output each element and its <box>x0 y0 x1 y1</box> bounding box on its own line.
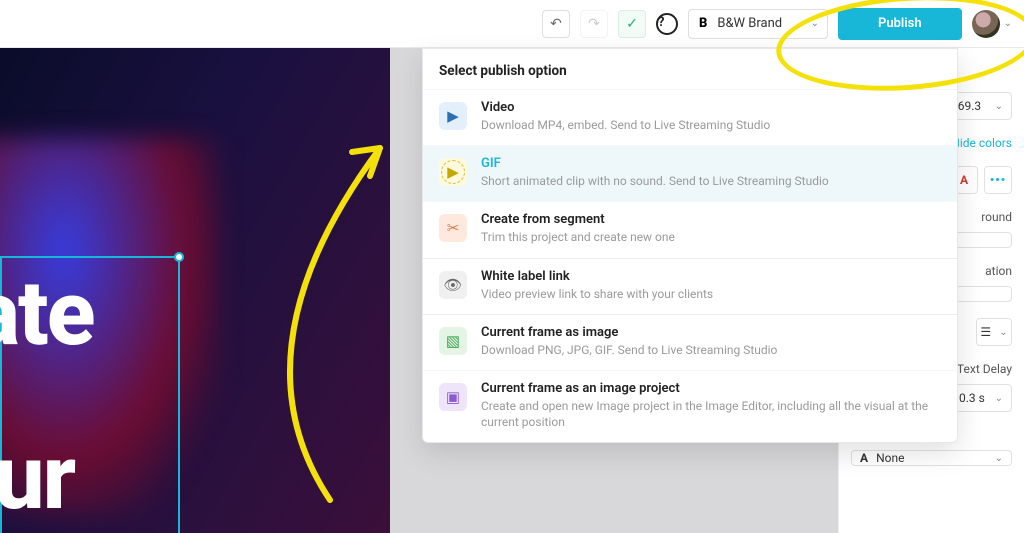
proj-icon: ▣ <box>439 383 467 411</box>
publish-option-seg[interactable]: ✂ Create from segment Trim this project an… <box>423 201 957 257</box>
option-desc: Short animated clip with no sound. Send … <box>481 173 829 189</box>
help-icon[interactable]: ? <box>656 13 678 35</box>
option-desc: Trim this project and create new one <box>481 229 675 245</box>
avatar <box>972 10 1000 38</box>
option-title: Current frame as image <box>481 325 777 340</box>
option-title: GIF <box>481 156 829 171</box>
brand-prefix: B <box>699 16 707 31</box>
option-title: White label link <box>481 269 713 284</box>
option-title: Video <box>481 100 770 115</box>
option-desc: Download MP4, embed. Send to Live Stream… <box>481 117 770 133</box>
publish-option-eye[interactable]: 👁 White label link Video preview link to s… <box>423 258 957 314</box>
publish-button[interactable]: Publish <box>838 8 962 40</box>
seg-icon: ✂ <box>439 214 467 242</box>
option-desc: Download PNG, JPG, GIF. Send to Live Str… <box>481 342 777 358</box>
img-icon: ▧ <box>439 327 467 355</box>
more-colors-button[interactable]: ••• <box>984 166 1012 194</box>
eye-icon: 👁 <box>439 271 467 299</box>
dropdown-heading: Select publish option <box>423 49 957 89</box>
delay-value-select[interactable]: 0.3 s⌄ <box>950 384 1012 412</box>
undo-button[interactable]: ↶ <box>542 10 570 38</box>
publish-dropdown: Select publish option ▶ Video Download MP4… <box>422 48 958 443</box>
canvas-text-line[interactable]: ate <box>0 264 94 363</box>
option-desc: Create and open new Image project in the… <box>481 398 941 430</box>
redo-button[interactable]: ↷ <box>580 10 608 38</box>
brand-selector[interactable]: B B&W Brand ⌄ <box>688 9 828 39</box>
top-toolbar: ↶ ↷ ✓ ? B B&W Brand ⌄ Publish ⌄ <box>0 0 1024 48</box>
video-icon: ▶ <box>439 102 467 130</box>
hide-colors-link[interactable]: Hide colors <box>951 136 1012 150</box>
option-title: Create from segment <box>481 212 675 227</box>
canvas-text-line[interactable]: ur <box>0 428 74 527</box>
save-status-button[interactable]: ✓ <box>618 10 646 38</box>
chevron-down-icon: ⌄ <box>811 18 819 29</box>
gif-icon: ▶ <box>439 158 467 186</box>
publish-option-proj[interactable]: ▣ Current frame as an image project Create… <box>423 370 957 442</box>
list-style-button[interactable]: ☰⌄ <box>976 318 1012 346</box>
chevron-down-icon: ⌄ <box>1004 18 1012 29</box>
publish-option-video[interactable]: ▶ Video Download MP4, embed. Send to Live … <box>423 89 957 145</box>
option-desc: Video preview link to share with your cl… <box>481 286 713 302</box>
resize-handle[interactable] <box>174 252 184 262</box>
publish-option-gif[interactable]: ▶ GIF Short animated clip with no sound. S… <box>423 145 957 201</box>
account-menu[interactable]: ⌄ <box>972 10 1012 38</box>
publish-option-img[interactable]: ▧ Current frame as image Download PNG, JPG… <box>423 314 957 370</box>
bgstyle-select[interactable]: ANone ⌄ <box>851 450 1012 466</box>
video-canvas[interactable]: ate ur <box>0 48 390 533</box>
option-title: Current frame as an image project <box>481 381 941 396</box>
brand-label: B&W Brand <box>717 16 800 31</box>
